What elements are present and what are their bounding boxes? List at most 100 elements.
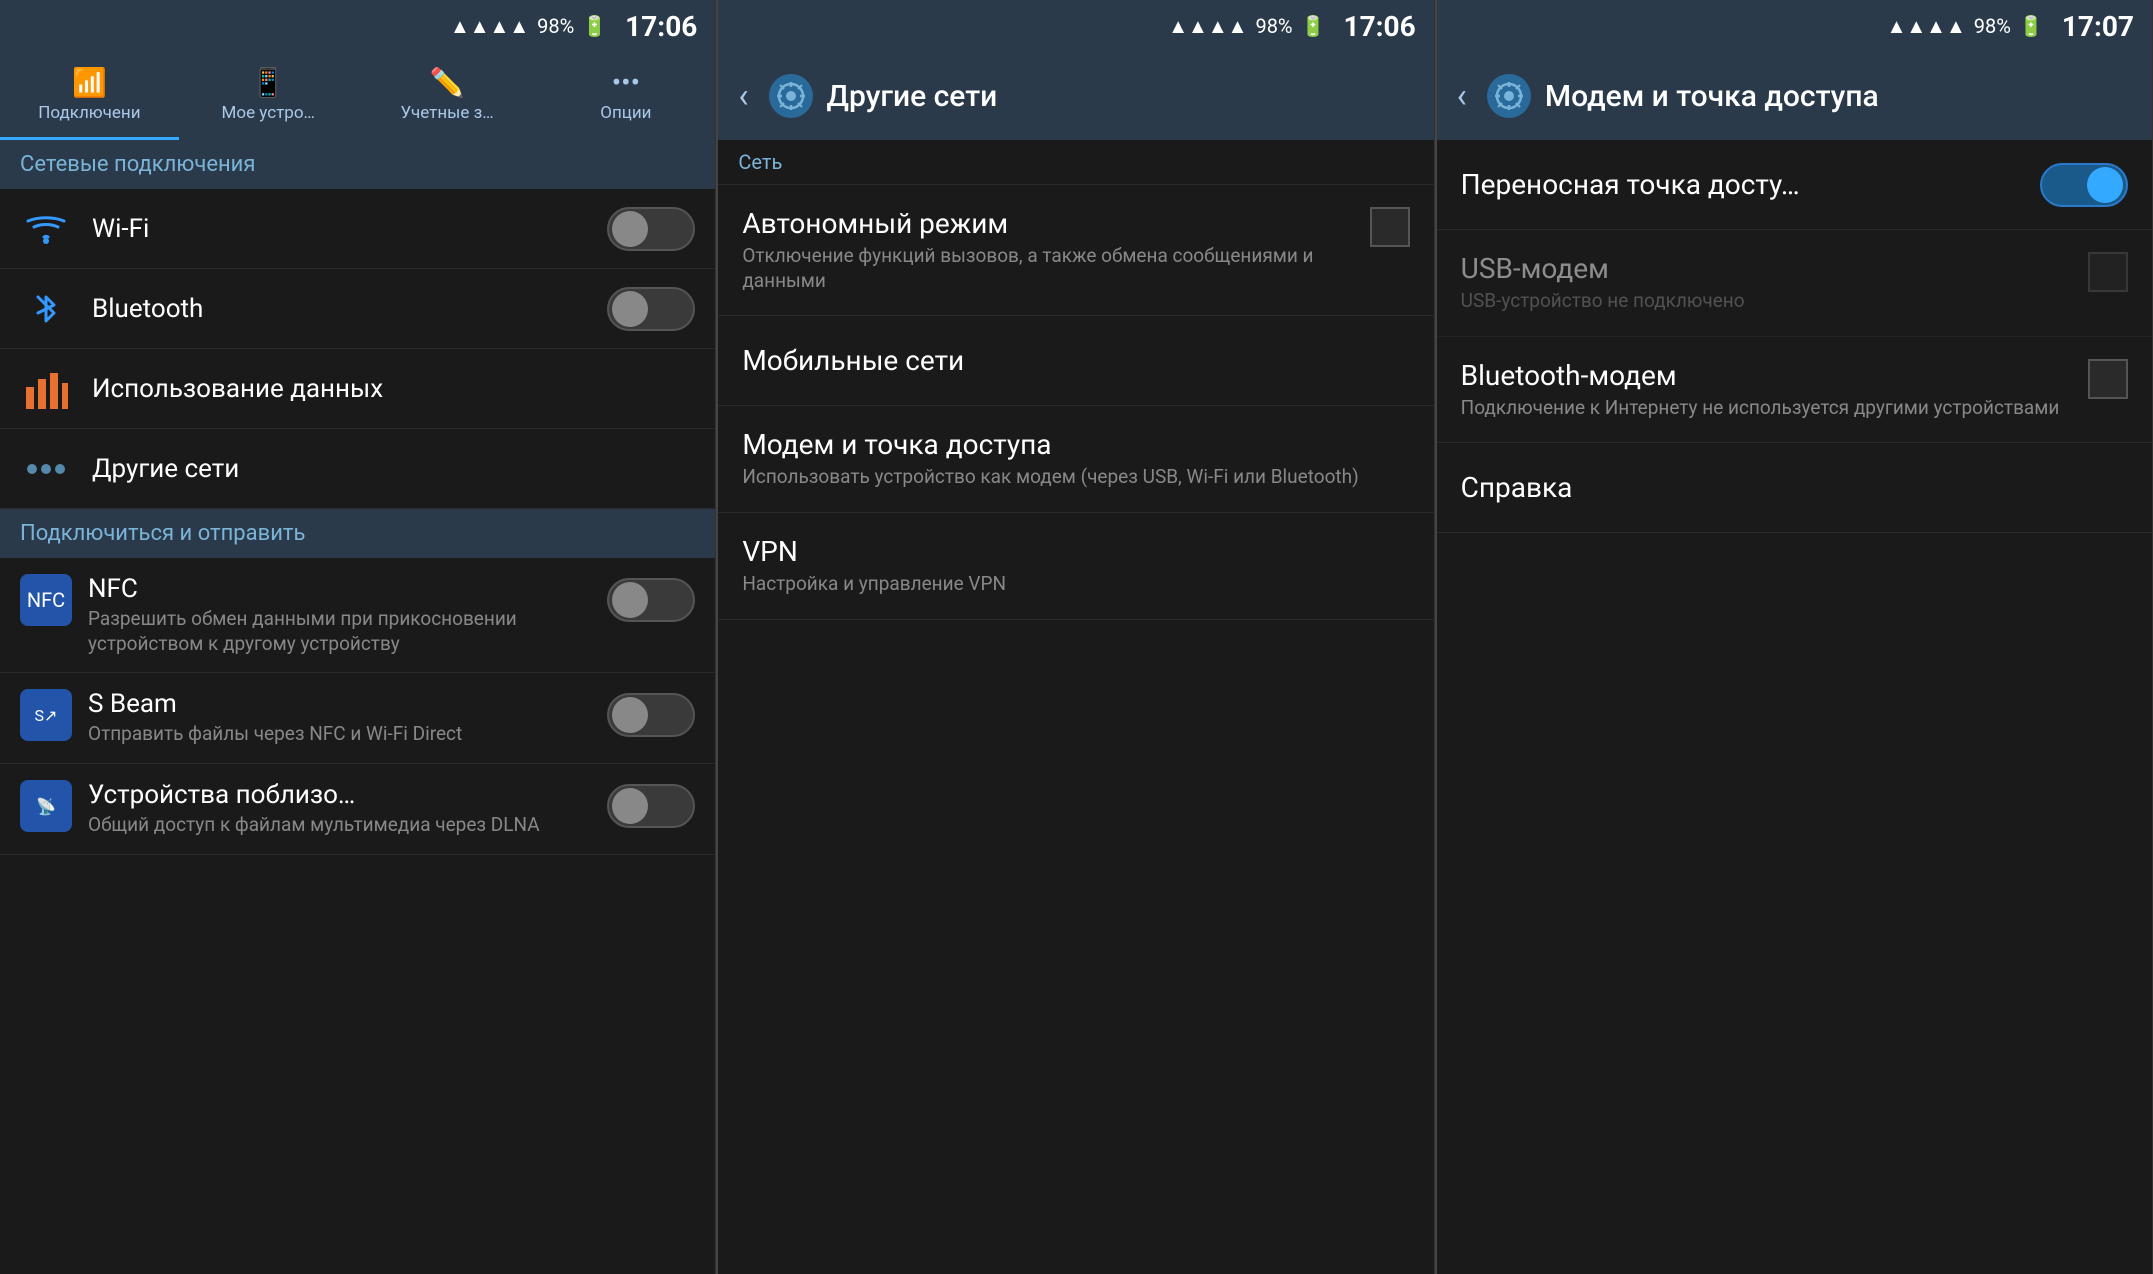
tab-accounts[interactable]: ✏️ Учетные з… [358,52,537,140]
section-label-2: Сеть [718,140,1433,185]
status-icons-2: ▲▲▲▲ 98% 🔋 [1168,14,1325,39]
vpn-title: VPN [742,535,1409,568]
other-networks-item[interactable]: Другие сети [0,429,715,509]
tab-accounts-icon: ✏️ [430,66,465,99]
tab-mydevice-label: Мое устро… [222,103,315,123]
devices-nearby-item[interactable]: 📡 Устройства поблизо… Общий доступ к фай… [0,764,715,855]
modem-hotspot-item[interactable]: Модем и точка доступа Использовать устро… [718,406,1433,513]
section-network-header: Сетевые подключения [0,140,715,189]
sbeam-toggle[interactable] [607,693,695,737]
signal-icon-1: ▲▲▲▲ [450,14,529,39]
data-usage-item[interactable]: Использование данных [0,349,715,429]
page-title-3: Модем и точка доступа [1545,79,1879,114]
signal-icon-2: ▲▲▲▲ [1168,14,1247,39]
modem-hotspot-subtitle: Использовать устройство как модем (через… [742,465,1409,490]
portable-hotspot-item[interactable]: Переносная точка досту… [1437,140,2152,230]
bluetooth-toggle-knob [612,291,648,327]
usb-modem-item[interactable]: USB-модем USB-устройство не подключено [1437,230,2152,337]
status-bar-1: ▲▲▲▲ 98% 🔋 17:06 [0,0,715,52]
vpn-text: VPN Настройка и управление VPN [742,535,1409,597]
bluetooth-item[interactable]: Bluetooth [0,269,715,349]
usb-modem-text: USB-модем USB-устройство не подключено [1461,252,2088,314]
nfc-toggle-knob [612,582,648,618]
mobile-networks-item[interactable]: Мобильные сети [718,316,1433,406]
usb-modem-subtitle: USB-устройство не подключено [1461,289,2088,314]
mobile-networks-title: Мобильные сети [742,344,1409,377]
data-usage-title: Использование данных [92,374,695,404]
page-header-3: ‹ Модем и точка доступа [1437,52,2152,140]
other-networks-icon [20,443,72,495]
tab-accounts-label: Учетные з… [401,103,494,123]
portable-hotspot-toggle-knob [2087,167,2123,203]
section-connect-header: Подключиться и отправить [0,509,715,558]
usb-modem-title: USB-модем [1461,252,2088,285]
help-text: Справка [1461,471,2128,504]
sbeam-item[interactable]: S↗ S Beam Отправить файлы через NFC и Wi… [0,673,715,764]
usb-modem-checkbox[interactable] [2088,252,2128,292]
devices-nearby-text: Устройства поблизо… Общий доступ к файла… [88,780,607,838]
autonomous-mode-title: Автономный режим [742,207,1369,240]
bluetooth-icon [20,283,72,335]
battery-icon-1: 🔋 [582,14,607,38]
bt-modem-text: Bluetooth-модем Подключение к Интернету … [1461,359,2088,421]
time-1: 17:06 [625,10,697,43]
status-bar-3: ▲▲▲▲ 98% 🔋 17:07 [1437,0,2152,52]
wifi-icon [20,203,72,255]
nfc-text: NFC Разрешить обмен данными при прикосно… [88,574,607,656]
autonomous-mode-checkbox[interactable] [1370,207,1410,247]
time-3: 17:07 [2062,10,2134,43]
data-usage-text: Использование данных [92,374,695,404]
devices-nearby-toggle-knob [612,788,648,824]
bluetooth-text: Bluetooth [92,294,607,324]
devices-nearby-toggle[interactable] [607,784,695,828]
wifi-toggle-knob [612,211,648,247]
sbeam-toggle-knob [612,697,648,733]
page-title-2: Другие сети [827,79,998,114]
other-networks-text: Другие сети [92,454,695,484]
bluetooth-title: Bluetooth [92,294,607,324]
tab-options[interactable]: ••• Опции [536,52,715,140]
modem-hotspot-text: Модем и точка доступа Использовать устро… [742,428,1409,490]
nfc-toggle[interactable] [607,578,695,622]
status-bar-2: ▲▲▲▲ 98% 🔋 17:06 [718,0,1433,52]
battery-text-2: 98% [1255,14,1292,38]
autonomous-mode-text: Автономный режим Отключение функций вызо… [742,207,1369,293]
devices-nearby-icon: 📡 [20,780,72,832]
panel-other-networks: ▲▲▲▲ 98% 🔋 17:06 ‹ Другие сети Сеть [718,0,1434,1274]
portable-hotspot-text: Переносная точка досту… [1461,168,2040,201]
portable-hotspot-title: Переносная точка досту… [1461,168,2040,201]
tab-my-device[interactable]: 📱 Мое устро… [179,52,358,140]
help-title: Справка [1461,471,2128,504]
vpn-subtitle: Настройка и управление VPN [742,572,1409,597]
status-icons-1: ▲▲▲▲ 98% 🔋 [450,14,607,39]
sbeam-text: S Beam Отправить файлы через NFC и Wi-Fi… [88,689,607,747]
wifi-text: Wi-Fi [92,214,607,244]
battery-icon-3: 🔋 [2019,14,2044,38]
panel-modem-hotspot: ▲▲▲▲ 98% 🔋 17:07 ‹ Модем и точка доступа [1437,0,2153,1274]
vpn-item[interactable]: VPN Настройка и управление VPN [718,513,1433,620]
signal-icon-3: ▲▲▲▲ [1887,14,1966,39]
bt-modem-checkbox[interactable] [2088,359,2128,399]
bt-modem-subtitle: Подключение к Интернету не используется … [1461,396,2088,421]
bt-modem-title: Bluetooth-модем [1461,359,2088,392]
panel-network-settings: ▲▲▲▲ 98% 🔋 17:06 📶 Подключени 📱 Мое устр… [0,0,716,1274]
nfc-item[interactable]: NFC NFC Разрешить обмен данными при прик… [0,558,715,673]
mobile-networks-text: Мобильные сети [742,344,1409,377]
bluetooth-toggle[interactable] [607,287,695,331]
bt-modem-item[interactable]: Bluetooth-модем Подключение к Интернету … [1437,337,2152,444]
other-networks-title: Другие сети [92,454,695,484]
devices-nearby-title: Устройства поблизо… [88,780,607,810]
help-item[interactable]: Справка [1437,443,2152,533]
back-button-3[interactable]: ‹ [1457,76,1467,116]
tab-connections[interactable]: 📶 Подключени [0,52,179,140]
back-button-2[interactable]: ‹ [738,76,748,116]
tab-options-icon: ••• [612,66,640,99]
sbeam-icon: S↗ [20,689,72,741]
portable-hotspot-toggle[interactable] [2040,163,2128,207]
tab-connections-label: Подключени [38,103,140,123]
wifi-item[interactable]: Wi-Fi [0,189,715,269]
wifi-toggle[interactable] [607,207,695,251]
modem-hotspot-title: Модем и точка доступа [742,428,1409,461]
devices-nearby-subtitle: Общий доступ к файлам мультимедиа через … [88,813,607,838]
autonomous-mode-item[interactable]: Автономный режим Отключение функций вызо… [718,185,1433,316]
